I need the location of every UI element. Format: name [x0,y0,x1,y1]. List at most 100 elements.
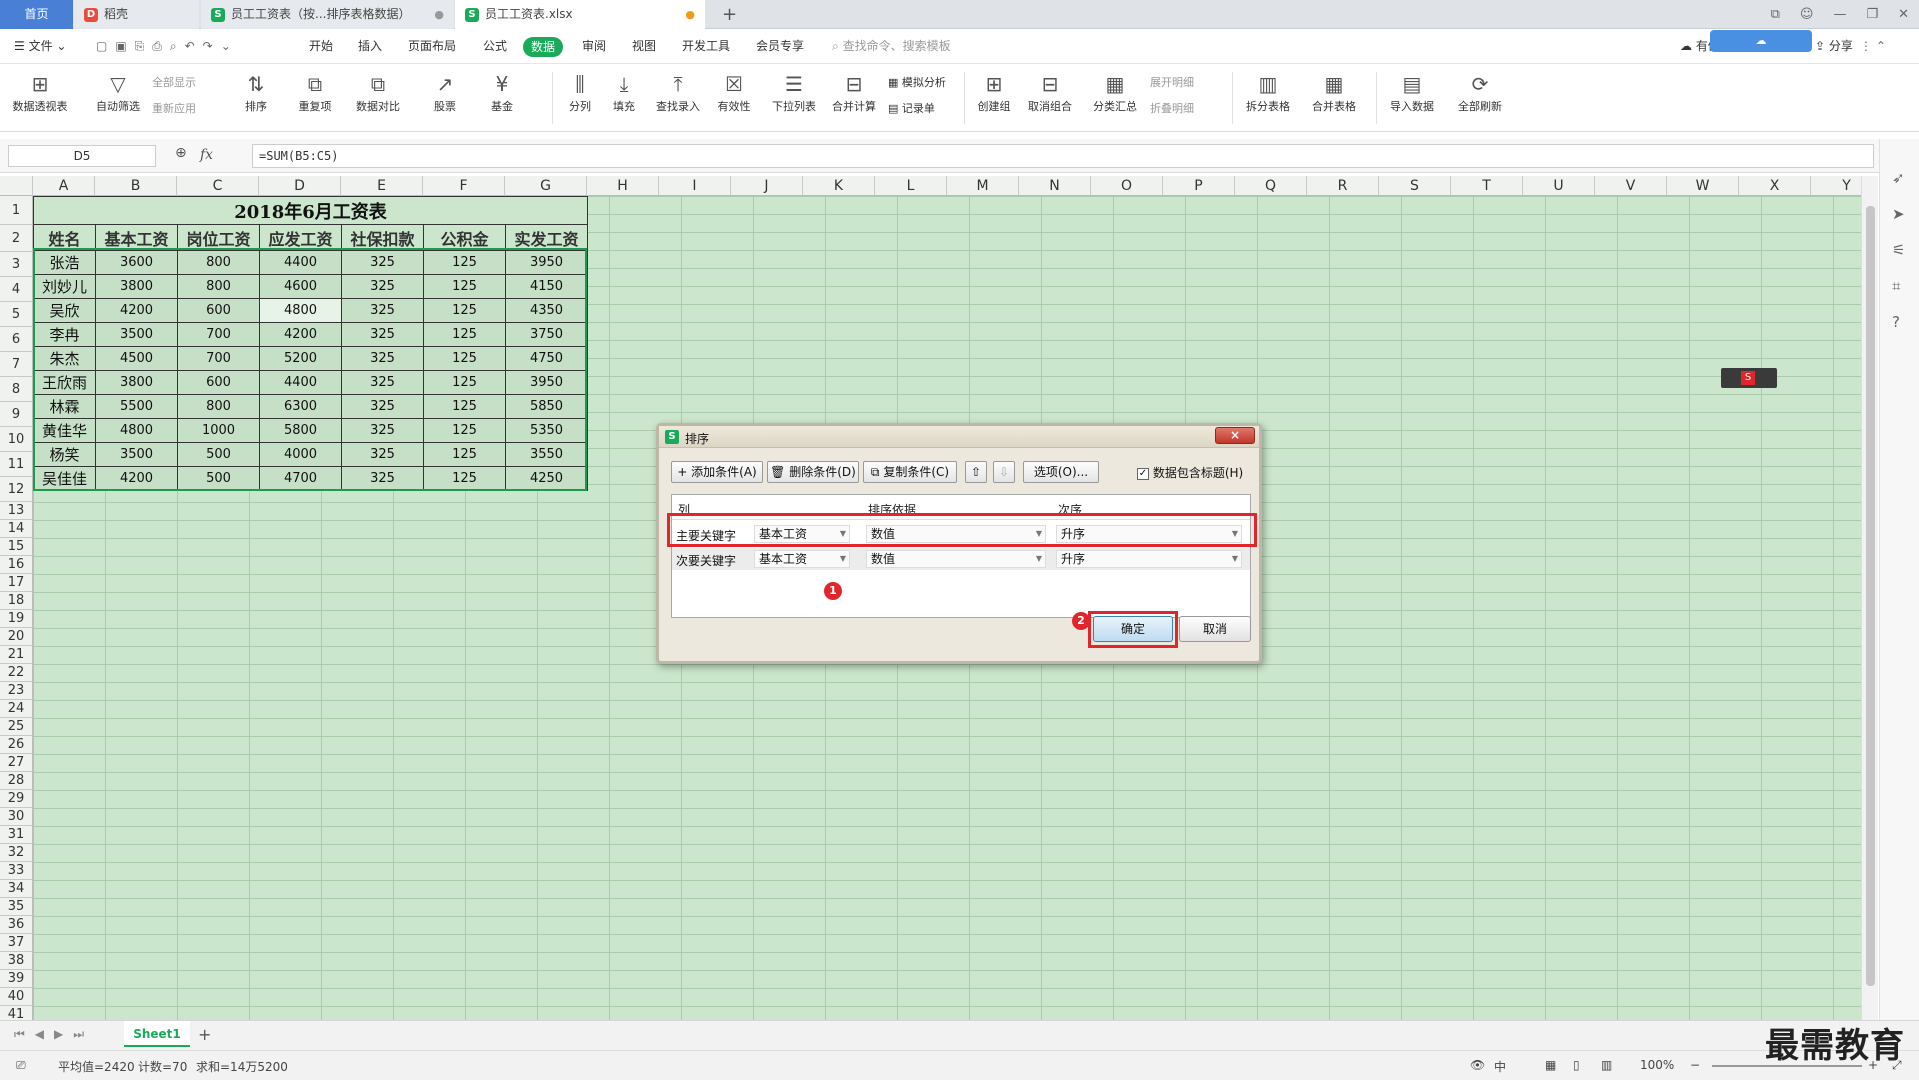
salary-cell[interactable]: 3950 [505,250,588,275]
tab-docer[interactable]: D 稻壳 [74,0,199,29]
split-column-button[interactable]: ⫼ 分列 [562,70,598,128]
salary-cell[interactable]: 500 [177,466,260,491]
data-compare-button[interactable]: ⧉ 数据对比 [350,70,406,128]
row-header[interactable]: 21 [0,646,33,664]
menu-member[interactable]: 会员专享 [756,29,804,64]
salary-cell[interactable]: 3500 [95,322,178,347]
create-group-button[interactable]: ⊞ 创建组 [972,70,1016,128]
salary-cell[interactable]: 1000 [177,418,260,443]
secondary-key-row[interactable]: 次要关键字 基本工资 ▼ 数值 ▼ 升序 ▼ [672,548,1250,570]
rocket-icon[interactable]: ➶ [1892,169,1905,187]
salary-cell[interactable]: 600 [177,298,260,323]
employee-name-cell[interactable]: 李冉 [33,322,96,347]
merge-calc-button[interactable]: ⊟ 合并计算 [828,70,880,128]
salary-cell[interactable]: 325 [341,466,424,491]
row-header[interactable]: 5 [0,302,33,327]
dialog-titlebar[interactable]: S 排序 × [659,426,1259,448]
lookup-entry-button[interactable]: ⤒ 查找录入 [650,70,706,128]
row-header[interactable]: 14 [0,520,33,538]
menu-review[interactable]: 审阅 [582,29,606,64]
salary-cell[interactable]: 3600 [95,250,178,275]
zoom-out-icon[interactable]: − [1690,1058,1700,1072]
salary-cell[interactable]: 4000 [259,442,342,467]
tab-count-icon[interactable]: ⧉ [1771,7,1780,22]
crop-icon[interactable]: ⌗ [1892,277,1900,295]
column-header[interactable]: X [1739,176,1811,196]
row-header[interactable]: 3 [0,252,33,277]
formula-input[interactable]: =SUM(B5:C5) [252,144,1874,168]
refresh-all-button[interactable]: ⟳ 全部刷新 [1452,70,1508,128]
row-header[interactable]: 25 [0,718,33,736]
tab-home[interactable]: 首页 [0,0,73,29]
menu-view[interactable]: 视图 [632,29,656,64]
minimize-icon[interactable]: — [1833,7,1846,22]
column-title[interactable]: 基本工资 [95,224,178,251]
column-header[interactable]: L [875,176,947,196]
normal-view-icon[interactable]: ▦ [1545,1058,1556,1072]
cancel-button[interactable]: 取消 [1179,616,1251,642]
column-title[interactable]: 应发工资 [259,224,342,251]
help-icon[interactable]: ? [1892,313,1900,331]
column-header[interactable]: E [341,176,423,196]
import-data-button[interactable]: ▤ 导入数据 [1384,70,1440,128]
column-title[interactable]: 社保扣款 [341,224,424,251]
secondary-column-select[interactable]: 基本工资 ▼ [754,550,850,568]
employee-name-cell[interactable]: 朱杰 [33,346,96,371]
menu-page-layout[interactable]: 页面布局 [408,29,456,64]
vertical-scrollbar[interactable] [1861,176,1878,1020]
row-header[interactable]: 32 [0,844,33,862]
settings-sliders-icon[interactable]: ⚟ [1892,241,1905,259]
column-header[interactable]: Q [1235,176,1307,196]
page-break-view-icon[interactable]: ▥ [1601,1058,1612,1072]
column-header[interactable]: Y [1811,176,1861,196]
dropdown-list-button[interactable]: ☰ 下拉列表 [768,70,820,128]
salary-cell[interactable]: 4700 [259,466,342,491]
new-tab-button[interactable]: + [712,0,736,29]
row-header[interactable]: 10 [0,427,33,452]
share-button[interactable]: ⇪ 分享 [1815,29,1853,64]
salary-cell[interactable]: 125 [423,418,506,443]
salary-cell[interactable]: 4200 [95,298,178,323]
close-tab-icon[interactable]: ● [434,0,444,29]
employee-name-cell[interactable]: 黄佳华 [33,418,96,443]
salary-cell[interactable]: 4200 [259,322,342,347]
row-header[interactable]: 38 [0,952,33,970]
employee-name-cell[interactable]: 刘妙儿 [33,274,96,299]
salary-cell[interactable]: 5800 [259,418,342,443]
row-header[interactable]: 30 [0,808,33,826]
row-header[interactable]: 9 [0,402,33,427]
table-title[interactable]: 2018年6月工资表 [33,196,588,225]
dialog-close-button[interactable]: × [1215,427,1255,444]
row-header[interactable]: 41 [0,1006,33,1020]
row-header[interactable]: 37 [0,934,33,952]
salary-cell[interactable]: 6300 [259,394,342,419]
select-all-corner[interactable] [0,176,33,196]
salary-cell[interactable]: 4400 [259,250,342,275]
row-header[interactable]: 23 [0,682,33,700]
has-header-checkbox[interactable]: ✓ 数据包含标题(H) [1137,464,1243,481]
input-lang[interactable]: 中 [1494,1058,1506,1075]
tab-document-sorted[interactable]: S 员工工资表（按...排序表格数据） ● [201,0,454,29]
show-all-button[interactable]: 全部显示 [152,74,196,90]
row-header[interactable]: 28 [0,772,33,790]
ungroup-button[interactable]: ⊟ 取消组合 [1022,70,1078,128]
eye-protect-icon[interactable]: 👁 [1470,1058,1485,1072]
column-header[interactable]: T [1451,176,1523,196]
column-header[interactable]: V [1595,176,1667,196]
column-header[interactable]: W [1667,176,1739,196]
column-header[interactable]: J [731,176,803,196]
salary-cell[interactable]: 4800 [95,418,178,443]
column-title[interactable]: 实发工资 [505,224,588,251]
salary-cell[interactable]: 5500 [95,394,178,419]
salary-cell[interactable]: 3800 [95,274,178,299]
salary-cell[interactable]: 325 [341,442,424,467]
floating-toolbar[interactable]: S [1721,368,1777,388]
salary-cell[interactable]: 800 [177,274,260,299]
salary-cell[interactable]: 3500 [95,442,178,467]
salary-cell[interactable]: 325 [341,346,424,371]
tab-document-active[interactable]: S 员工工资表.xlsx ● [455,0,705,29]
zoom-level[interactable]: 100% [1640,1058,1674,1072]
row-header[interactable]: 16 [0,556,33,574]
salary-cell[interactable]: 125 [423,322,506,347]
employee-name-cell[interactable]: 吴佳佳 [33,466,96,491]
